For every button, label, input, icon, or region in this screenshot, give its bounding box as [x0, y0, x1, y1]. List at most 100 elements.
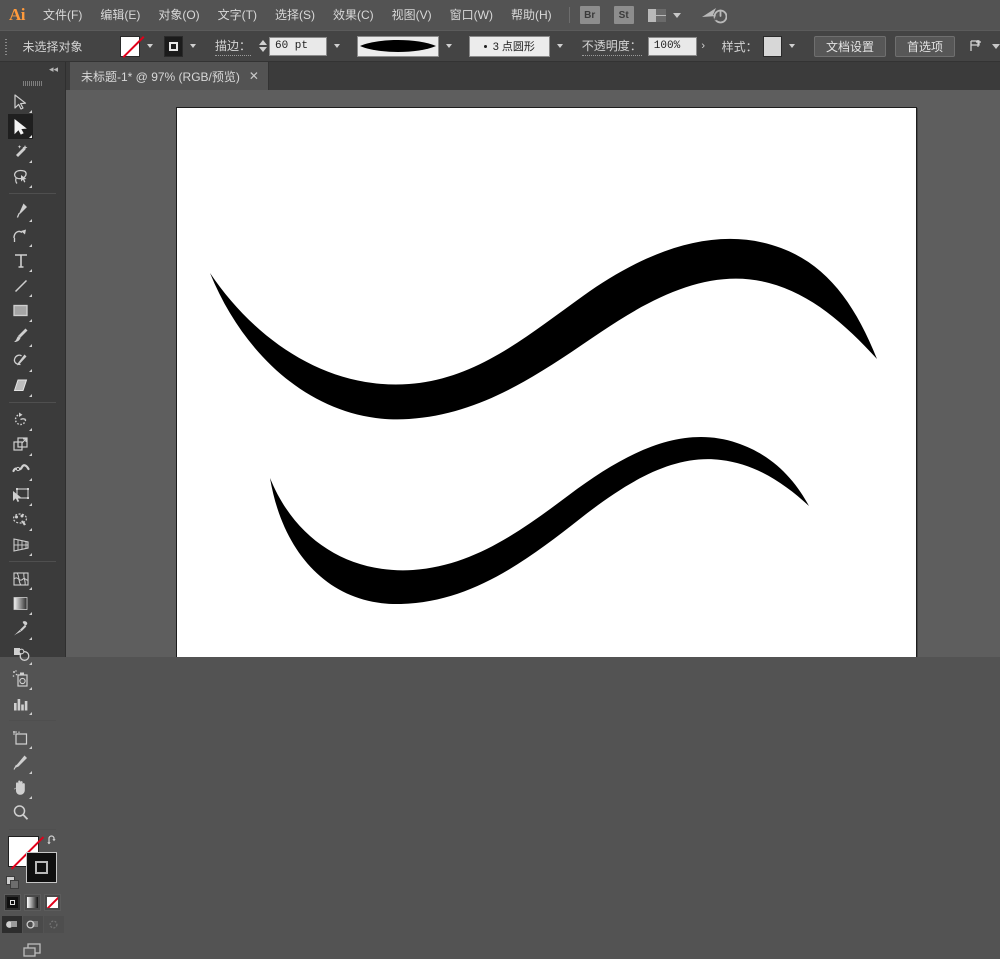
brush-definition-preview[interactable]: [357, 36, 439, 57]
app-logo: Ai: [0, 0, 34, 30]
profile-chevron[interactable]: [552, 36, 568, 57]
align-to-icon: [969, 38, 985, 54]
tool-slice[interactable]: [8, 750, 33, 775]
document-tab[interactable]: 未标题-1* @ 97% (RGB/预览) ✕: [70, 62, 269, 90]
chevron-down-icon: [673, 13, 681, 18]
change-screen-mode-button[interactable]: [0, 941, 65, 959]
tool-flyout-indicator: [29, 219, 32, 222]
tool-blend[interactable]: [8, 641, 33, 666]
collapse-panel-icon[interactable]: ◂◂: [0, 62, 65, 77]
tool-lasso[interactable]: [8, 164, 33, 189]
tool-paintbrush[interactable]: [8, 323, 33, 348]
tool-flyout-indicator: [29, 771, 32, 774]
tool-artboard[interactable]: [8, 725, 33, 750]
tool-flyout-indicator: [29, 244, 32, 247]
tool-width[interactable]: [8, 457, 33, 482]
gradient-button[interactable]: [24, 894, 41, 911]
menu-effect[interactable]: 效果(C): [324, 0, 383, 30]
bridge-badge[interactable]: Br: [580, 6, 600, 24]
tools-panel-grip[interactable]: [0, 77, 65, 89]
menu-view[interactable]: 视图(V): [383, 0, 441, 30]
tool-scale[interactable]: [8, 432, 33, 457]
default-fill-stroke-icon[interactable]: [6, 876, 20, 890]
workspace-switcher[interactable]: [648, 9, 681, 22]
tool-curvature[interactable]: [8, 223, 33, 248]
tool-puppet-warp[interactable]: [8, 507, 33, 532]
tool-eyedropper[interactable]: [8, 616, 33, 641]
tool-flyout-indicator: [29, 185, 32, 188]
graphic-style-swatch[interactable]: [763, 36, 783, 57]
stroke-weight-label[interactable]: 描边：: [215, 37, 251, 56]
tool-type[interactable]: [8, 248, 33, 273]
tool-eraser[interactable]: [8, 373, 33, 398]
align-to-control[interactable]: [969, 38, 1000, 54]
tool-shape-builder[interactable]: [8, 566, 33, 591]
stock-badge[interactable]: St: [614, 6, 634, 24]
tool-rotate[interactable]: [8, 407, 33, 432]
close-icon[interactable]: ✕: [249, 70, 259, 82]
document-setup-button[interactable]: 文档设置: [814, 36, 886, 57]
document-tab-bar: 未标题-1* @ 97% (RGB/预览) ✕: [0, 62, 1000, 90]
tool-gradient[interactable]: [8, 591, 33, 616]
opacity-label[interactable]: 不透明度：: [582, 37, 642, 56]
tool-magic-wand[interactable]: [8, 139, 33, 164]
tool-flyout-indicator: [29, 160, 32, 163]
draw-inside-button[interactable]: [44, 916, 64, 933]
control-bar: 未选择对象 描边： 60 pt 3 点圆形 不透明度： 100% › 样式： 文…: [0, 30, 1000, 62]
tool-selection[interactable]: [8, 114, 33, 139]
stroke-weight-chevron[interactable]: [329, 36, 345, 57]
control-bar-grip[interactable]: [4, 37, 10, 55]
artboard[interactable]: [176, 107, 917, 657]
tool-flyout-indicator: [29, 687, 32, 690]
fill-swatch[interactable]: [120, 36, 140, 57]
menu-window[interactable]: 窗口(W): [441, 0, 502, 30]
tool-flyout-indicator: [29, 453, 32, 456]
none-button[interactable]: [44, 894, 61, 911]
stroke-swatch[interactable]: [164, 36, 184, 57]
graphic-style-chevron[interactable]: [784, 36, 800, 57]
color-button[interactable]: [4, 894, 21, 911]
fill-stroke-control: [0, 834, 65, 892]
canvas-area[interactable]: [66, 90, 1000, 657]
tool-shaper[interactable]: [8, 348, 33, 373]
stroke-swatch[interactable]: [26, 852, 57, 883]
tool-direct-selection[interactable]: [8, 89, 33, 114]
menu-edit[interactable]: 编辑(E): [91, 0, 149, 30]
stroke-dropdown-chevron[interactable]: [185, 36, 201, 57]
menu-select[interactable]: 选择(S): [266, 0, 324, 30]
fill-dropdown-chevron[interactable]: [142, 36, 158, 57]
variable-width-profile[interactable]: 3 点圆形: [469, 36, 550, 57]
tool-rectangle[interactable]: [8, 298, 33, 323]
opacity-expand-arrow[interactable]: ›: [697, 36, 710, 57]
menu-object[interactable]: 对象(O): [149, 0, 208, 30]
draw-behind-button[interactable]: [23, 916, 43, 933]
menu-file[interactable]: 文件(F): [34, 0, 91, 30]
cursor-power-icon[interactable]: [701, 6, 727, 24]
stroke-weight-stepper[interactable]: [259, 40, 267, 52]
menu-type[interactable]: 文字(T): [209, 0, 266, 30]
menu-help[interactable]: 帮助(H): [502, 0, 561, 30]
profile-label: 3 点圆形: [493, 38, 535, 54]
tool-hand[interactable]: [8, 775, 33, 800]
tool-line-segment[interactable]: [8, 273, 33, 298]
preferences-button[interactable]: 首选项: [895, 36, 955, 57]
stroke-weight-input[interactable]: 60 pt: [269, 37, 327, 56]
tool-flyout-indicator: [29, 344, 32, 347]
tool-perspective-grid[interactable]: [8, 532, 33, 557]
draw-normal-button[interactable]: [2, 916, 22, 933]
tool-free-transform[interactable]: [8, 482, 33, 507]
document-tab-title: 未标题-1* @ 97% (RGB/预览): [81, 68, 240, 85]
tool-flyout-indicator: [29, 746, 32, 749]
tools-divider: [9, 829, 56, 830]
tool-pen[interactable]: [8, 198, 33, 223]
tool-zoom[interactable]: [8, 800, 33, 825]
tool-column-graph[interactable]: [8, 691, 33, 716]
tool-symbol-sprayer[interactable]: [8, 666, 33, 691]
swap-fill-stroke-icon[interactable]: [46, 834, 59, 850]
brush-definition-chevron[interactable]: [441, 36, 457, 57]
tool-flyout-indicator: [29, 503, 32, 506]
opacity-input[interactable]: 100%: [648, 37, 697, 56]
tools-divider: [9, 402, 56, 403]
workspace-layout-icon: [648, 9, 666, 22]
color-mode-row: [0, 894, 65, 911]
